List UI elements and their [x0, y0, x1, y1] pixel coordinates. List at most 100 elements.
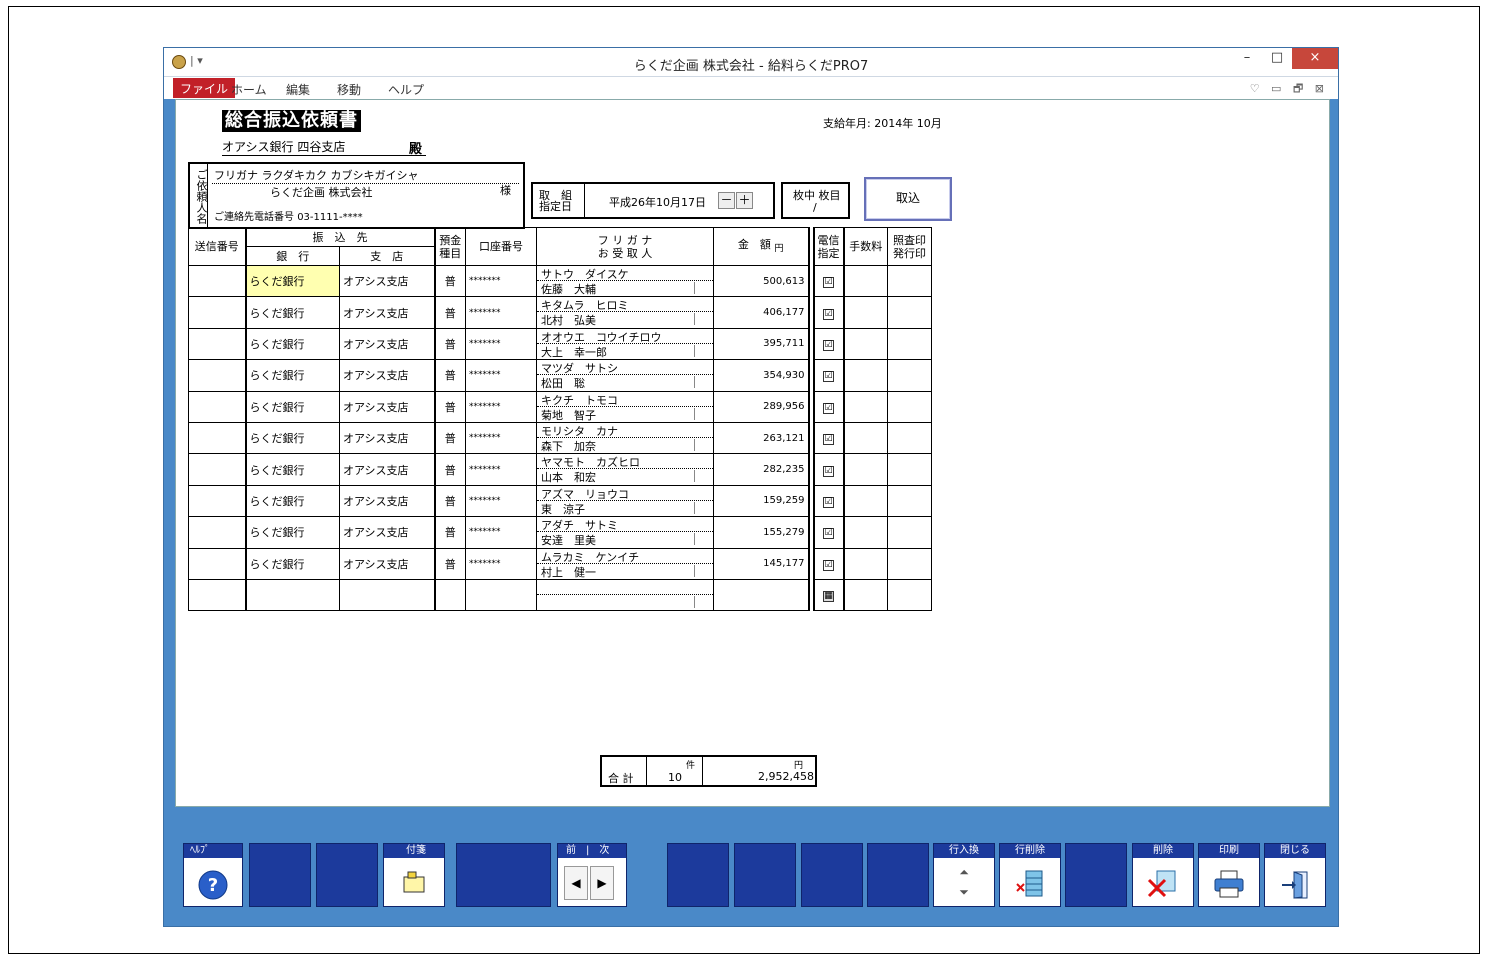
- receipt-cell[interactable]: [887, 578, 932, 612]
- wire-checkbox[interactable]: ☑: [823, 402, 834, 414]
- branch-cell[interactable]: オアシス支店: [339, 327, 436, 361]
- menu-edit[interactable]: 編集: [286, 81, 310, 98]
- wire-cell[interactable]: ☑: [812, 390, 845, 423]
- transfer-date-value[interactable]: 平成26年10月17日: [609, 194, 706, 210]
- bank-cell[interactable]: らくだ銀行: [244, 453, 340, 486]
- recipient-cell[interactable]: ヤマモト カズヒロ 山本 和宏: [536, 453, 714, 486]
- amount-cell[interactable]: 395,711: [713, 327, 810, 361]
- amount-cell[interactable]: 500,613: [713, 264, 810, 298]
- bank-cell[interactable]: らくだ銀行: [244, 421, 340, 455]
- close-button[interactable]: 閉じる: [1264, 843, 1326, 907]
- wire-checkbox[interactable]: ☑: [823, 371, 834, 383]
- table-row[interactable]: らくだ銀行 オアシス支店普 ******* アダチ サトミ 安達 里美 155,279 ☑: [188, 516, 932, 549]
- account-no-cell[interactable]: [465, 578, 537, 612]
- wire-checkbox[interactable]: ☑: [823, 559, 834, 571]
- wire-checkbox[interactable]: ☑: [823, 339, 834, 351]
- prev-button[interactable]: ◀: [564, 866, 588, 900]
- minimize-button[interactable]: –: [1232, 48, 1262, 69]
- account-no-cell[interactable]: *******: [465, 327, 537, 361]
- row-delete-button[interactable]: 行削除: [999, 843, 1061, 907]
- receipt-cell[interactable]: [887, 453, 932, 486]
- wire-checkbox[interactable]: ☑: [823, 277, 834, 289]
- fee-cell[interactable]: [843, 547, 888, 580]
- recipient-cell[interactable]: ムラカミ ケンイチ 村上 健一: [536, 547, 714, 580]
- recipient-cell[interactable]: [536, 578, 714, 612]
- bank-cell[interactable]: らくだ銀行: [244, 327, 340, 361]
- row-swap-button[interactable]: 行入換 ⏶ ⏷: [933, 843, 995, 907]
- deposit-type-cell[interactable]: 普: [434, 264, 466, 298]
- deposit-type-cell[interactable]: 普: [434, 390, 466, 423]
- deposit-type-cell[interactable]: 普: [434, 296, 466, 329]
- menu-home[interactable]: ホーム: [231, 81, 267, 98]
- wire-cell[interactable]: ☑: [812, 421, 845, 455]
- receipt-cell[interactable]: [887, 264, 932, 298]
- branch-cell[interactable]: オアシス支店: [339, 359, 436, 392]
- fee-cell[interactable]: [843, 296, 888, 329]
- help-button[interactable]: ﾍﾙﾌﾟ ?: [183, 843, 243, 907]
- deposit-type-cell[interactable]: 普: [434, 516, 466, 549]
- deposit-type-cell[interactable]: 普: [434, 484, 466, 518]
- wire-checkbox[interactable]: ☑: [823, 496, 834, 508]
- amount-cell[interactable]: 263,121: [713, 421, 810, 455]
- amount-cell[interactable]: 282,235: [713, 453, 810, 486]
- recipient-cell[interactable]: モリシタ カナ 森下 加奈: [536, 421, 714, 455]
- branch-cell[interactable]: オアシス支店: [339, 547, 436, 580]
- account-no-cell[interactable]: *******: [465, 547, 537, 580]
- maximize-button[interactable]: □: [1262, 48, 1292, 69]
- fee-cell[interactable]: [843, 390, 888, 423]
- table-row[interactable]: らくだ銀行 オアシス支店普 ******* サトウ ダイスケ 佐藤 大輔 500,613 ☑: [188, 264, 932, 298]
- table-row[interactable]: らくだ銀行 オアシス支店普 ******* モリシタ カナ 森下 加奈 263,121 ☑: [188, 421, 932, 455]
- delete-button[interactable]: 削除: [1132, 843, 1194, 907]
- amount-cell[interactable]: 159,259: [713, 484, 810, 518]
- bank-cell[interactable]: [244, 578, 340, 612]
- send-no-cell[interactable]: [188, 327, 246, 361]
- close-window-button[interactable]: ×: [1292, 48, 1338, 69]
- branch-cell[interactable]: オアシス支店: [339, 516, 436, 549]
- recipient-cell[interactable]: キタムラ ヒロミ 北村 弘美: [536, 296, 714, 329]
- bank-cell[interactable]: らくだ銀行: [244, 484, 340, 518]
- recipient-cell[interactable]: マツダ サトシ 松田 聡: [536, 359, 714, 392]
- wire-checkbox[interactable]: ☑: [823, 528, 834, 540]
- bank-cell[interactable]: らくだ銀行: [244, 516, 340, 549]
- wire-cell[interactable]: ☑: [812, 296, 845, 329]
- account-no-cell[interactable]: *******: [465, 264, 537, 298]
- bank-cell[interactable]: らくだ銀行: [244, 359, 340, 392]
- fee-cell[interactable]: [843, 359, 888, 392]
- fee-cell[interactable]: [843, 578, 888, 612]
- amount-cell[interactable]: 354,930: [713, 359, 810, 392]
- send-no-cell[interactable]: [188, 578, 246, 612]
- branch-cell[interactable]: オアシス支店: [339, 390, 436, 423]
- deposit-type-cell[interactable]: 普: [434, 359, 466, 392]
- send-no-cell[interactable]: [188, 421, 246, 455]
- send-no-cell[interactable]: [188, 390, 246, 423]
- deposit-type-cell[interactable]: 普: [434, 453, 466, 486]
- receipt-cell[interactable]: [887, 421, 932, 455]
- table-row[interactable]: らくだ銀行 オアシス支店普 ******* ヤマモト カズヒロ 山本 和宏 282,235…: [188, 453, 932, 486]
- fee-cell[interactable]: [843, 516, 888, 549]
- deposit-type-cell[interactable]: [434, 578, 466, 612]
- send-no-cell[interactable]: [188, 484, 246, 518]
- fee-cell[interactable]: [843, 453, 888, 486]
- amount-cell[interactable]: 155,279: [713, 516, 810, 549]
- branch-cell[interactable]: オアシス支店: [339, 296, 436, 329]
- print-button[interactable]: 印刷: [1198, 843, 1260, 907]
- send-no-cell[interactable]: [188, 547, 246, 580]
- account-no-cell[interactable]: *******: [465, 421, 537, 455]
- account-no-cell[interactable]: *******: [465, 296, 537, 329]
- bank-cell[interactable]: らくだ銀行: [244, 296, 340, 329]
- branch-cell[interactable]: オアシス支店: [339, 264, 436, 298]
- recipient-cell[interactable]: オオウエ コウイチロウ 大上 幸一郎: [536, 327, 714, 361]
- wire-cell[interactable]: ☑: [812, 264, 845, 298]
- table-row[interactable]: らくだ銀行 オアシス支店普 ******* マツダ サトシ 松田 聡 354,930 ☑: [188, 359, 932, 392]
- receipt-cell[interactable]: [887, 516, 932, 549]
- bank-cell[interactable]: らくだ銀行: [244, 390, 340, 423]
- import-button[interactable]: 取込: [864, 177, 952, 221]
- receipt-cell[interactable]: [887, 484, 932, 518]
- fee-cell[interactable]: [843, 484, 888, 518]
- menu-move[interactable]: 移動: [337, 81, 361, 98]
- recipient-cell[interactable]: キクチ トモコ 菊地 智子: [536, 390, 714, 423]
- amount-cell[interactable]: 289,956: [713, 390, 810, 423]
- bank-cell[interactable]: らくだ銀行: [244, 264, 340, 298]
- amount-cell[interactable]: 406,177: [713, 296, 810, 329]
- table-row[interactable]: らくだ銀行 オアシス支店普 ******* キタムラ ヒロミ 北村 弘美 406,177 ☑: [188, 296, 932, 329]
